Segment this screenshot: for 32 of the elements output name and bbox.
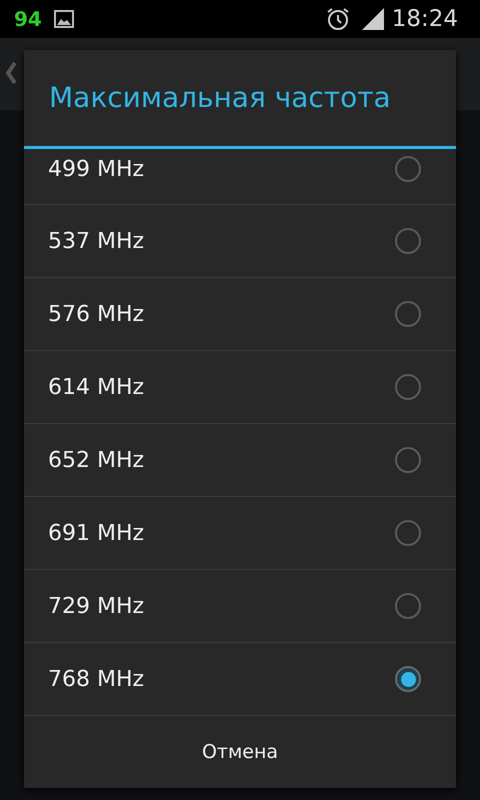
option-label: 499 MHz bbox=[48, 156, 144, 184]
option-label: 691 MHz bbox=[48, 520, 144, 548]
option-row[interactable]: 499 MHz bbox=[24, 149, 456, 205]
radio-button[interactable] bbox=[395, 156, 421, 182]
radio-button[interactable] bbox=[395, 520, 421, 546]
option-label: 729 MHz bbox=[48, 592, 144, 620]
option-row[interactable]: 652 MHz bbox=[24, 424, 456, 497]
option-row[interactable]: 537 MHz bbox=[24, 205, 456, 278]
radio-button[interactable] bbox=[395, 666, 421, 692]
option-row[interactable]: 576 MHz bbox=[24, 278, 456, 351]
option-label: 614 MHz bbox=[48, 374, 144, 402]
image-icon bbox=[54, 10, 74, 28]
cancel-button[interactable]: Отмена bbox=[24, 716, 456, 788]
radio-button[interactable] bbox=[395, 593, 421, 619]
signal-icon bbox=[362, 8, 384, 30]
radio-button[interactable] bbox=[395, 301, 421, 327]
option-label: 652 MHz bbox=[48, 446, 144, 474]
dialog-title: Максимальная частота bbox=[48, 80, 392, 116]
back-chevron-icon bbox=[6, 62, 16, 84]
option-label: 768 MHz bbox=[48, 666, 144, 694]
radio-button[interactable] bbox=[395, 228, 421, 254]
alarm-icon bbox=[326, 7, 350, 31]
option-label: 537 MHz bbox=[48, 228, 144, 256]
option-row[interactable]: 614 MHz bbox=[24, 351, 456, 424]
option-row[interactable]: 691 MHz bbox=[24, 497, 456, 570]
radio-button[interactable] bbox=[395, 447, 421, 473]
radio-button[interactable] bbox=[395, 374, 421, 400]
clock-text: 18:24 bbox=[392, 4, 458, 34]
battery-level-text: 94 bbox=[14, 6, 42, 33]
option-label: 576 MHz bbox=[48, 300, 144, 328]
option-row[interactable]: 768 MHz bbox=[24, 643, 456, 716]
option-row[interactable]: 729 MHz bbox=[24, 570, 456, 643]
